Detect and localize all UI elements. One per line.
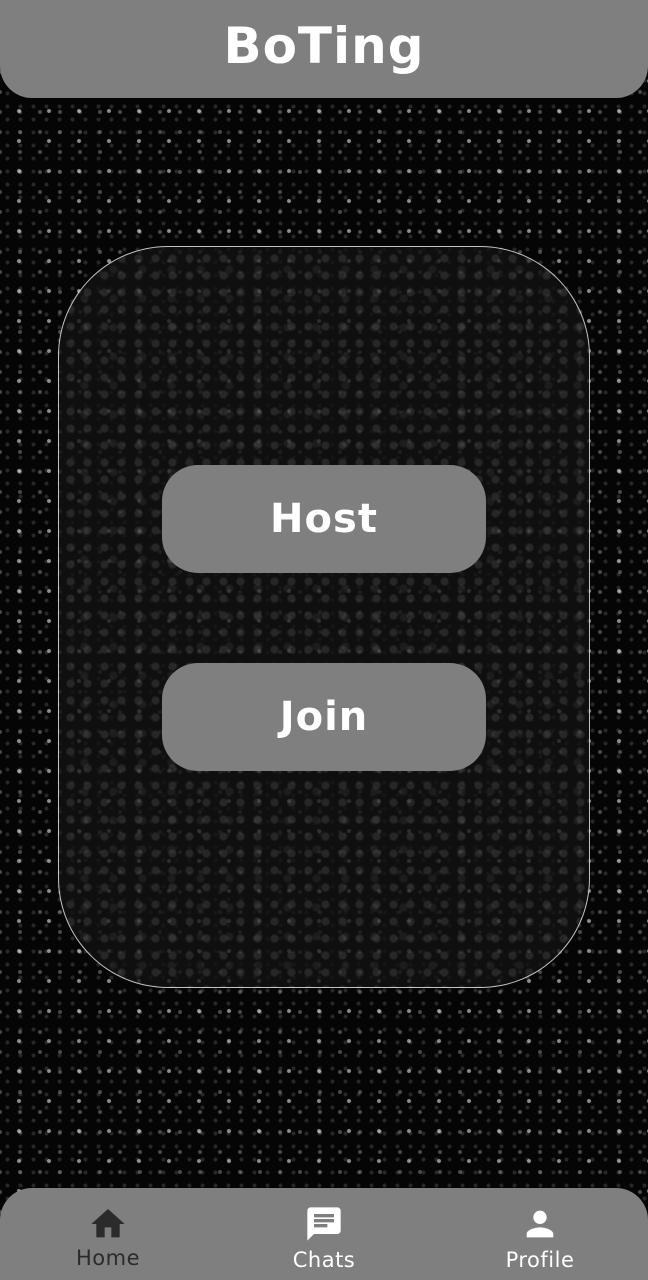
home-icon <box>91 1209 125 1238</box>
bottom-navigation: Home Chats Profile <box>0 1188 648 1280</box>
chat-icon <box>307 1207 341 1241</box>
person-icon <box>526 1210 554 1238</box>
app-title: BoTing <box>223 17 425 75</box>
nav-label-chats: Chats <box>292 1248 356 1272</box>
nav-item-profile[interactable]: Profile <box>460 1188 620 1280</box>
action-card <box>58 246 590 988</box>
app-screen: BoTing Host Join Home Chats Profile <box>0 0 648 1280</box>
nav-item-chats[interactable]: Chats <box>244 1188 404 1280</box>
nav-item-home[interactable]: Home <box>28 1188 188 1280</box>
nav-label-profile: Profile <box>505 1248 575 1272</box>
nav-label-home: Home <box>75 1246 140 1270</box>
top-app-bar: BoTing <box>0 0 648 98</box>
join-button[interactable]: Join <box>162 663 486 771</box>
host-button[interactable]: Host <box>162 465 486 573</box>
